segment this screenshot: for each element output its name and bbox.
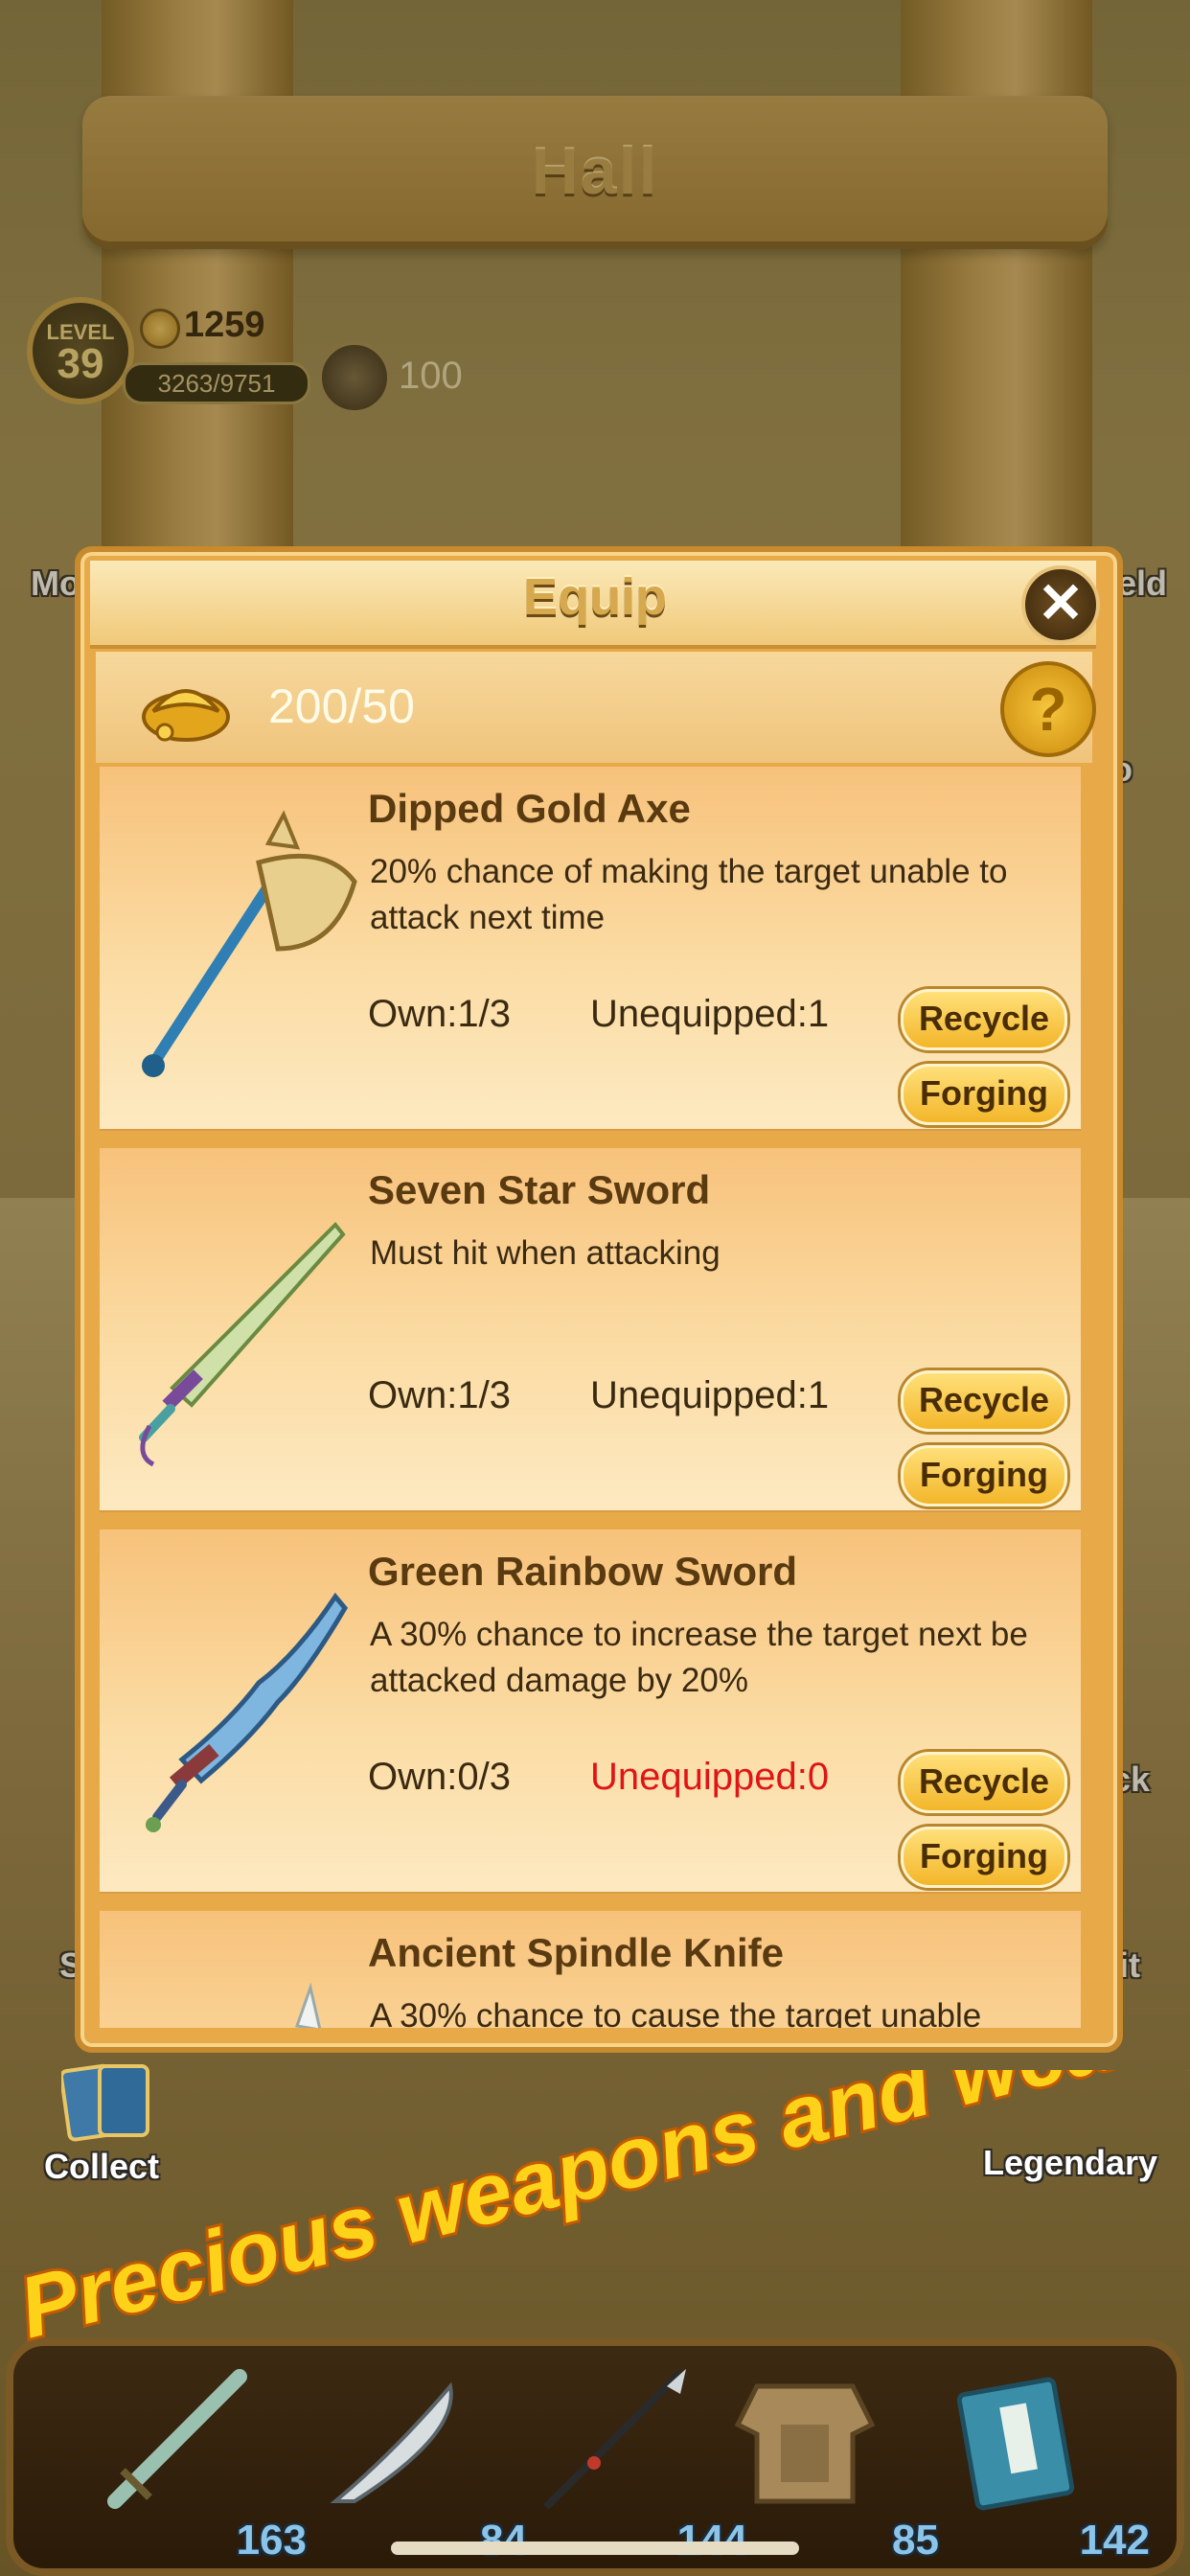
gold-ingot-icon [142,689,230,742]
recycle-button[interactable]: Recycle [901,1752,1067,1813]
sword-icon [146,1592,349,1832]
close-button[interactable]: ✕ [1021,565,1100,644]
item-own: Own:1/3 [368,993,511,1035]
item-own: Own:1/3 [368,1374,511,1416]
recycle-button[interactable]: Recycle [901,989,1067,1050]
material-count: 200/50 [268,679,415,733]
recycle-button[interactable]: Recycle [901,1370,1067,1432]
slot-count: 163 [236,2517,307,2564]
item-name: Ancient Spindle Knife [368,1930,785,1975]
equipment-list[interactable]: Dipped Gold Axe 20% chance of making the… [100,767,1081,2028]
item-unequipped: Unequipped:0 [590,1756,830,1798]
list-item: Dipped Gold Axe 20% chance of making the… [100,767,1081,1129]
item-unequipped: Unequipped:1 [590,1374,830,1416]
slot-count: 84 [480,2517,527,2564]
item-own: Own:0/3 [368,1756,511,1798]
list-item: Seven Star Sword Must hit when attacking… [100,1148,1081,1510]
help-button[interactable]: ? [1000,661,1096,757]
item-description: A 30% chance to increase the target next… [370,1616,1028,1699]
spear-icon [543,2369,686,2510]
modal-title: Equip [523,568,667,626]
list-item: Ancient Spindle Knife A 30% chance to ca… [100,1911,1081,2028]
promo-banner: Precious weapons and weak points [19,2070,1190,2358]
item-name: Green Rainbow Sword [368,1549,798,1594]
inventory-slot-armor[interactable]: 85 [728,2367,949,2568]
item-name: Seven Star Sword [368,1167,711,1212]
forging-button[interactable]: Forging [901,1827,1067,1888]
slot-count: 85 [892,2517,939,2564]
item-description: A 30% chance to cause the target unable [370,1997,982,2028]
item-description: Must hit when attacking [370,1234,721,1272]
item-description: 20% chance of making the target unable t… [370,853,1008,936]
sword-icon [139,1222,346,1467]
home-indicator[interactable] [391,2542,799,2555]
inventory-slot-sword[interactable]: 163 [96,2367,316,2568]
list-item: Green Rainbow Sword A 30% chance to incr… [100,1530,1081,1892]
axe-icon [142,810,357,1077]
sword-icon [107,2369,247,2509]
item-name: Dipped Gold Axe [368,786,691,831]
forging-button[interactable]: Forging [901,1064,1067,1125]
book-icon [956,2377,1075,2511]
material-count-bar [96,652,1092,763]
inventory-slot-blade[interactable]: 84 [316,2367,537,2568]
curved-blade-icon [330,2381,453,2503]
inventory-slot-book[interactable]: 142 [939,2367,1159,2568]
promo-text: Precious weapons and weak points [19,2070,1190,2357]
slot-count: 142 [1079,2517,1150,2564]
inventory-slot-spear[interactable]: 144 [537,2367,757,2568]
armor-icon [734,2383,876,2504]
knife-icon [294,1982,322,2028]
forging-button[interactable]: Forging [901,1445,1067,1506]
item-unequipped: Unequipped:1 [590,993,830,1035]
